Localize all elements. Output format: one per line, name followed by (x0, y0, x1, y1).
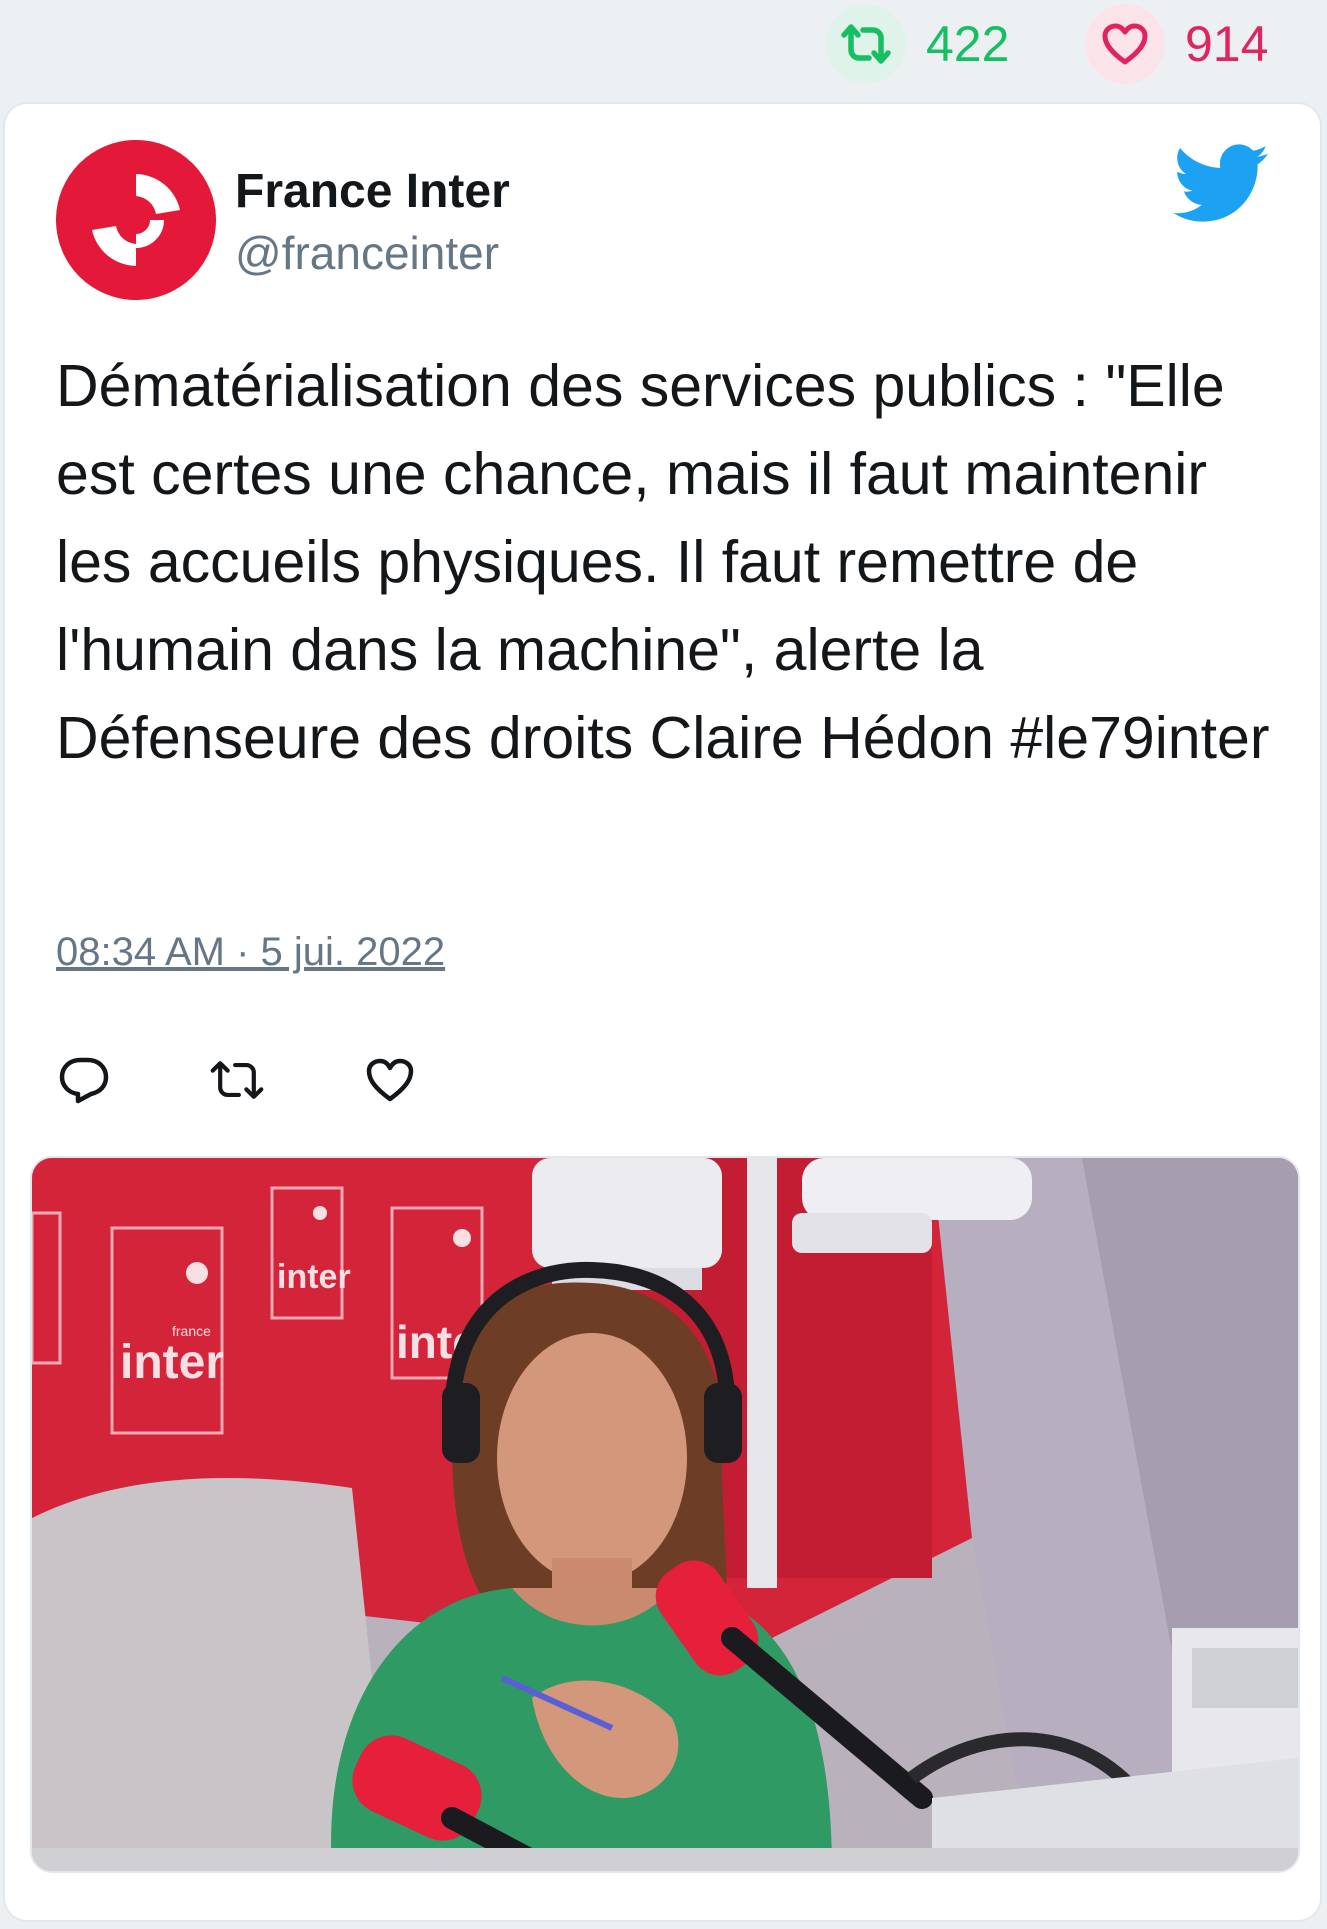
tweet-timestamp[interactable]: 08:34 AM · 5 jui. 2022 (56, 930, 445, 975)
like-count: 914 (1185, 16, 1269, 72)
svg-text:inter: inter (120, 1336, 224, 1389)
tweet-media-photo[interactable]: inter france inter inter (30, 1156, 1300, 1873)
retweet-icon[interactable] (826, 4, 906, 84)
retweet-stat[interactable]: 422 (826, 4, 1009, 84)
twitter-bird-icon[interactable] (1173, 144, 1270, 224)
author-handle[interactable]: @franceinter (235, 226, 499, 280)
france-inter-logo (56, 140, 216, 300)
like-stat[interactable]: 914 (1085, 4, 1268, 84)
tweet-text: Dématérialisation des services publics :… (56, 353, 1270, 771)
svg-text:france: france (172, 1323, 211, 1339)
heart-icon[interactable] (1085, 4, 1165, 84)
tweet-actions (56, 1044, 418, 1116)
retweet-count: 422 (926, 16, 1010, 72)
retweet-button[interactable] (209, 1052, 265, 1108)
reply-icon (59, 1057, 109, 1104)
tweet-card: France Inter @franceinter Dématérialisat… (5, 104, 1320, 1920)
like-button[interactable] (362, 1052, 418, 1108)
author-name[interactable]: France Inter (235, 164, 510, 219)
studio-photo: inter france inter inter (32, 1158, 1298, 1871)
svg-text:inter: inter (277, 1258, 351, 1296)
retweet-icon (210, 1061, 264, 1099)
tweet-stats-bar: 422 914 (0, 0, 1327, 100)
reply-button[interactable] (56, 1052, 112, 1108)
heart-icon (366, 1058, 414, 1102)
avatar[interactable] (56, 140, 216, 300)
